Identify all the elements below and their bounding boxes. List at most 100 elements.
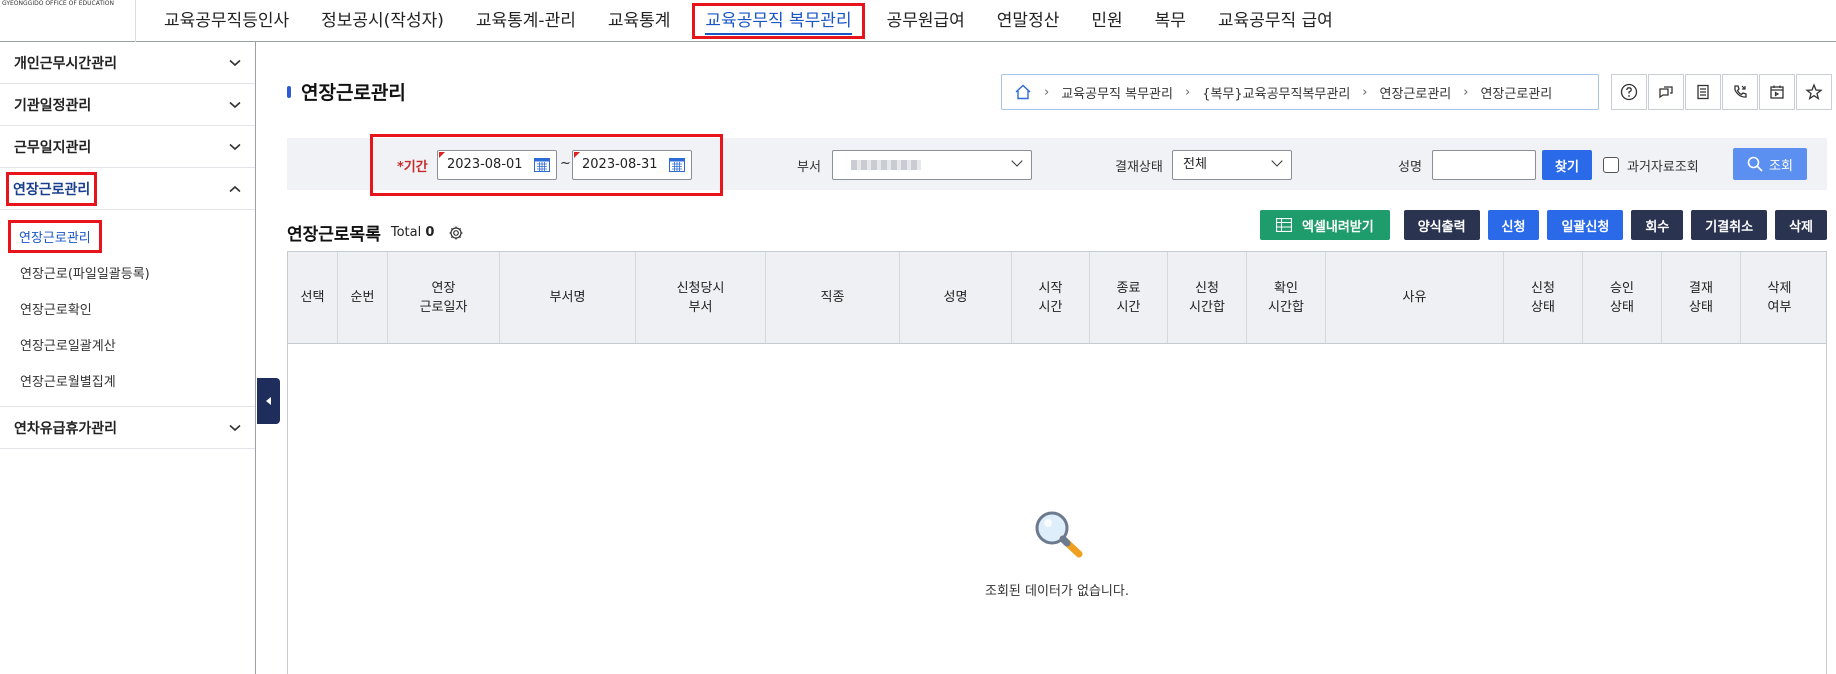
breadcrumb-item[interactable]: 교육공무직 복무관리 bbox=[1061, 83, 1173, 102]
chevron-down-icon bbox=[229, 424, 241, 431]
column-header[interactable]: 신청 상태 bbox=[1504, 252, 1583, 343]
nav-item-info-disclosure[interactable]: 정보공시(작성자) bbox=[305, 3, 460, 39]
column-header[interactable]: 직종 bbox=[766, 252, 900, 343]
print-form-button[interactable]: 양식출력 bbox=[1403, 210, 1480, 240]
caret-left-icon bbox=[265, 397, 271, 405]
page-tools bbox=[1611, 74, 1832, 110]
column-header-label: 선택 bbox=[300, 290, 325, 305]
column-header[interactable]: 신청 시간합 bbox=[1168, 252, 1247, 343]
top-navigation-bar: GYEONGGIDO OFFICE OF EDUCATION 교육공무직등인사 … bbox=[0, 0, 1836, 42]
column-header[interactable]: 시작 시간 bbox=[1012, 252, 1090, 343]
sidebar-group-work-log[interactable]: 근무일지관리 bbox=[0, 126, 255, 168]
bulk-apply-button[interactable]: 일괄신청 bbox=[1547, 210, 1624, 240]
list-header: 연장근로목록 Total 0 bbox=[287, 220, 464, 245]
nav-item-label: 교육통계 bbox=[607, 11, 671, 31]
nav-item-staff-pay[interactable]: 교육공무직 급여 bbox=[1202, 3, 1349, 39]
column-header[interactable]: 연장 근로일자 bbox=[388, 252, 500, 343]
sidebar-group-annual-leave[interactable]: 연차유급휴가관리 bbox=[0, 407, 255, 449]
nav-item-staff-hr[interactable]: 교육공무직등인사 bbox=[148, 3, 305, 39]
nav-item-label: 교육공무직 복무관리 bbox=[705, 11, 852, 35]
column-header-label: 직종 bbox=[820, 290, 845, 305]
calendar-icon[interactable] bbox=[1759, 74, 1795, 110]
document-icon[interactable] bbox=[1685, 74, 1721, 110]
date-to-value: 2023-08-31 bbox=[582, 157, 658, 172]
nav-item-civil-affairs[interactable]: 민원 bbox=[1075, 3, 1138, 39]
date-from-input[interactable]: 2023-08-01 bbox=[437, 150, 557, 180]
approval-status-label: 결재상태 bbox=[1115, 160, 1163, 175]
column-header-label: 사유 bbox=[1402, 290, 1427, 305]
delete-button[interactable]: 삭제 bbox=[1775, 210, 1827, 240]
column-header[interactable]: 삭제 여부 bbox=[1741, 252, 1818, 343]
breadcrumb-item[interactable]: {복무}교육공무직복무관리 bbox=[1202, 83, 1350, 102]
breadcrumb-separator: › bbox=[1463, 84, 1469, 100]
date-to-input[interactable]: 2023-08-31 bbox=[572, 150, 692, 180]
department-label: 부서 bbox=[797, 160, 821, 175]
breadcrumb-separator: › bbox=[1044, 84, 1050, 100]
help-icon[interactable] bbox=[1611, 74, 1647, 110]
main-nav: 교육공무직등인사 정보공시(작성자) 교육통계-관리 교육통계 교육공무직 복무… bbox=[148, 0, 1349, 42]
total-count: Total 0 bbox=[391, 225, 435, 240]
column-header-label: 승인 상태 bbox=[1610, 280, 1634, 315]
column-header-label: 확인 시간합 bbox=[1268, 280, 1304, 315]
sidebar-item-label: 연장근로관리 bbox=[8, 219, 102, 253]
column-header[interactable]: 승인 상태 bbox=[1583, 252, 1662, 343]
column-header[interactable]: 사유 bbox=[1326, 252, 1504, 343]
sidebar-item-overtime-monthly[interactable]: 연장근로월별집계 bbox=[0, 362, 255, 398]
column-header[interactable]: 결재 상태 bbox=[1662, 252, 1741, 343]
column-header[interactable]: 부서명 bbox=[500, 252, 636, 343]
excel-download-button[interactable]: 엑셀내려받기 bbox=[1259, 210, 1390, 240]
column-header[interactable]: 종료 시간 bbox=[1090, 252, 1168, 343]
approval-status-select[interactable]: 전체 bbox=[1172, 150, 1292, 180]
department-select[interactable] bbox=[832, 150, 1032, 180]
column-header-label: 종료 시간 bbox=[1116, 280, 1141, 315]
column-header[interactable]: 성명 bbox=[900, 252, 1012, 343]
sidebar-group-agency-schedule[interactable]: 기관일정관리 bbox=[0, 84, 255, 126]
total-label: Total bbox=[390, 225, 422, 240]
find-button[interactable]: 찾기 bbox=[1542, 150, 1592, 180]
name-input[interactable] bbox=[1432, 150, 1536, 180]
column-header-label: 신청 상태 bbox=[1531, 280, 1555, 315]
past-data-checkbox[interactable] bbox=[1603, 157, 1619, 173]
column-header-label: 신청당시 부서 bbox=[676, 280, 725, 315]
total-value: 0 bbox=[425, 225, 435, 240]
withdraw-button[interactable]: 회수 bbox=[1631, 210, 1684, 240]
nav-item-label: 교육공무직 급여 bbox=[1217, 11, 1333, 31]
apply-button[interactable]: 신청 bbox=[1487, 210, 1540, 240]
column-header[interactable]: 확인 시간합 bbox=[1247, 252, 1326, 343]
magnifier-icon bbox=[1035, 511, 1083, 558]
sidebar-group-personal-hours[interactable]: 개인근무시간관리 bbox=[0, 42, 255, 84]
star-icon[interactable] bbox=[1796, 74, 1832, 110]
sidebar-item-overtime-bulk-calc[interactable]: 연장근로일괄계산 bbox=[0, 326, 255, 362]
nav-item-stats-admin[interactable]: 교육통계-관리 bbox=[460, 3, 592, 39]
gear-icon[interactable] bbox=[448, 225, 464, 241]
query-button[interactable]: 조회 bbox=[1733, 148, 1807, 180]
column-header[interactable]: 선택 bbox=[288, 252, 338, 343]
column-header[interactable]: 순번 bbox=[338, 252, 388, 343]
calendar-icon[interactable] bbox=[669, 158, 685, 172]
sidebar-item-overtime-file-upload[interactable]: 연장근로(파일일괄등록) bbox=[0, 254, 255, 290]
breadcrumb-item[interactable]: 연장근로관리 bbox=[1380, 83, 1452, 102]
nav-item-service-management[interactable]: 교육공무직 복무관리 bbox=[692, 3, 865, 39]
sidebar-item-overtime-management[interactable]: 연장근로관리 bbox=[0, 218, 255, 254]
nav-item-civil-servant-pay[interactable]: 공무원급여 bbox=[871, 3, 981, 39]
logo: GYEONGGIDO OFFICE OF EDUCATION bbox=[2, 0, 114, 7]
home-icon[interactable] bbox=[1014, 83, 1032, 101]
nav-item-stats[interactable]: 교육통계 bbox=[592, 3, 687, 39]
column-header-label: 결재 상태 bbox=[1689, 280, 1713, 315]
nav-item-label: 교육통계-관리 bbox=[475, 11, 576, 31]
sidebar-item-overtime-confirm[interactable]: 연장근로확인 bbox=[0, 290, 255, 326]
sidebar-item-label: 연장근로(파일일괄등록) bbox=[20, 266, 150, 282]
date-from-value: 2023-08-01 bbox=[447, 157, 523, 172]
phone-icon[interactable] bbox=[1722, 74, 1758, 110]
breadcrumb-item[interactable]: 연장근로관리 bbox=[1480, 83, 1552, 102]
cancel-approval-button[interactable]: 기결취소 bbox=[1691, 210, 1768, 240]
nav-item-service[interactable]: 복무 bbox=[1139, 3, 1202, 39]
sidebar-collapse-toggle[interactable] bbox=[257, 378, 280, 424]
required-marker bbox=[439, 152, 445, 158]
nav-item-year-end-settlement[interactable]: 연말정산 bbox=[981, 3, 1076, 39]
sidebar-group-overtime[interactable]: 연장근로관리 bbox=[0, 168, 255, 210]
chat-icon[interactable] bbox=[1648, 74, 1684, 110]
column-header[interactable]: 신청당시 부서 bbox=[636, 252, 766, 343]
calendar-icon[interactable] bbox=[534, 158, 550, 172]
column-header-label: 신청 시간합 bbox=[1189, 280, 1225, 315]
